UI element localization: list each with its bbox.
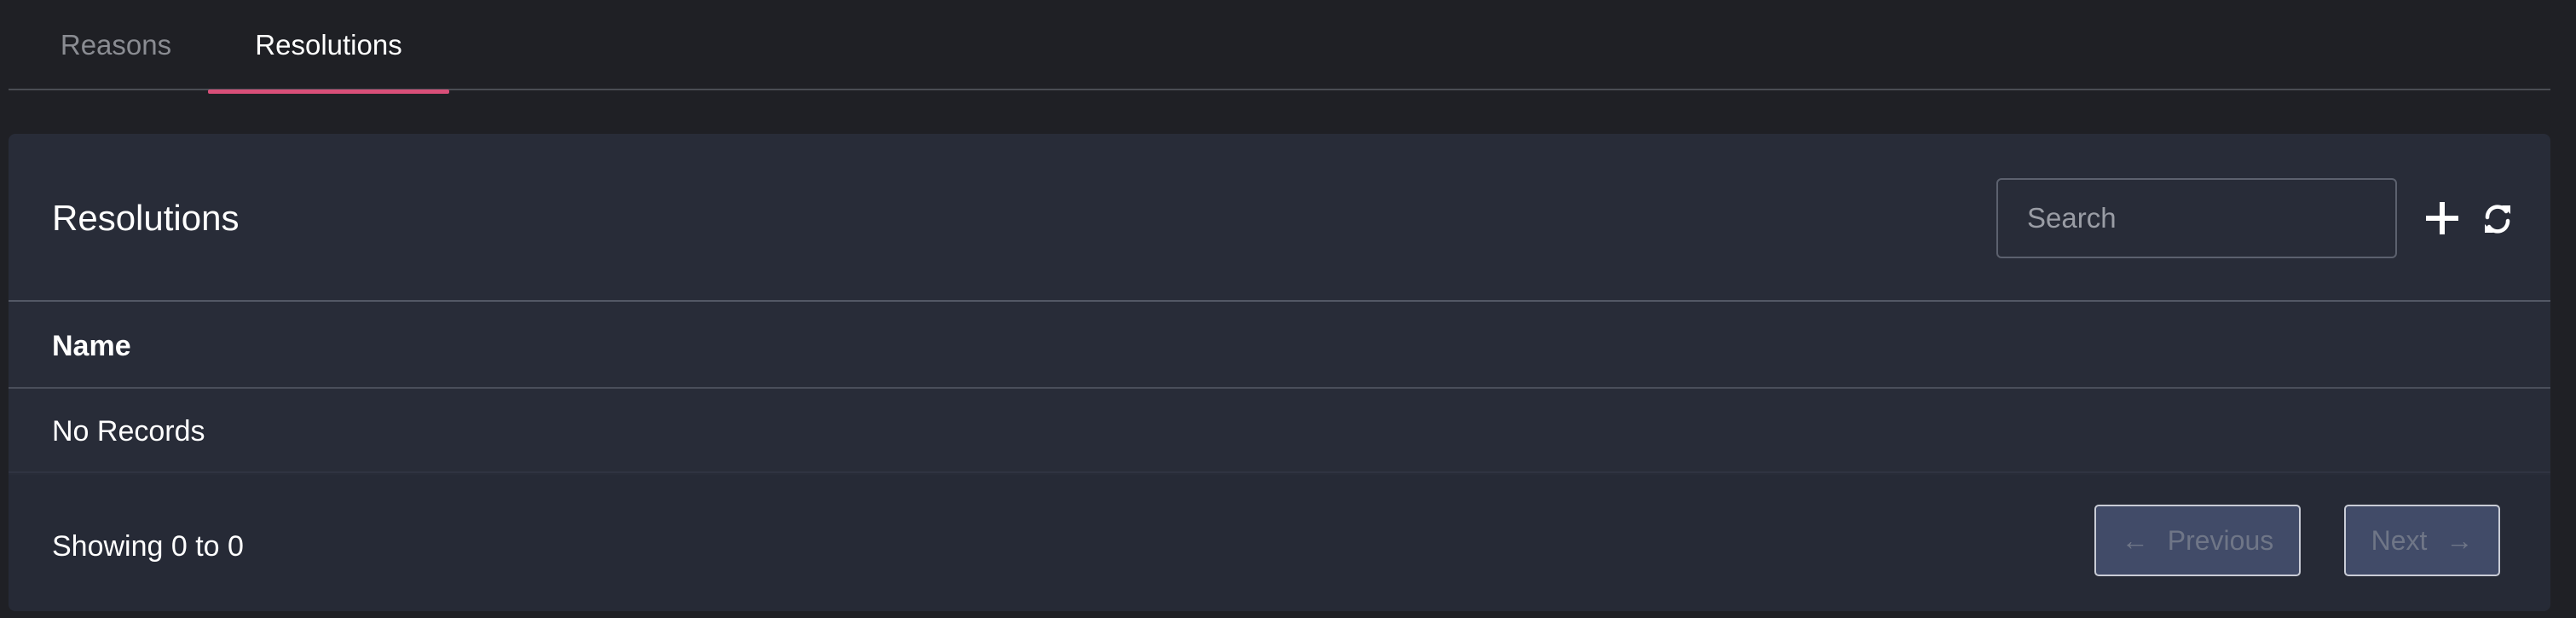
plus-icon (2426, 202, 2458, 234)
search-input[interactable] (1996, 178, 2397, 258)
previous-label: Previous (2167, 524, 2274, 556)
table-header: Name (9, 303, 2550, 389)
previous-button[interactable]: ← Previous (2094, 505, 2301, 576)
add-button[interactable] (2419, 195, 2465, 241)
column-header-name[interactable]: Name (52, 303, 131, 389)
arrow-left-icon: ← (2121, 524, 2149, 556)
card-header: Resolutions (9, 134, 2550, 302)
arrow-right-icon: → (2446, 524, 2474, 556)
tab-reasons[interactable]: Reasons (17, 0, 215, 90)
next-label: Next (2371, 524, 2428, 556)
tab-bar: Reasons Resolutions (9, 0, 2550, 94)
next-button[interactable]: Next → (2344, 505, 2500, 576)
tab-resolutions[interactable]: Resolutions (208, 0, 449, 94)
refresh-icon (2485, 205, 2510, 234)
card-title: Resolutions (52, 197, 240, 238)
table-row: No Records (9, 390, 2550, 473)
refresh-button[interactable] (2475, 196, 2521, 242)
empty-message: No Records (52, 415, 205, 448)
